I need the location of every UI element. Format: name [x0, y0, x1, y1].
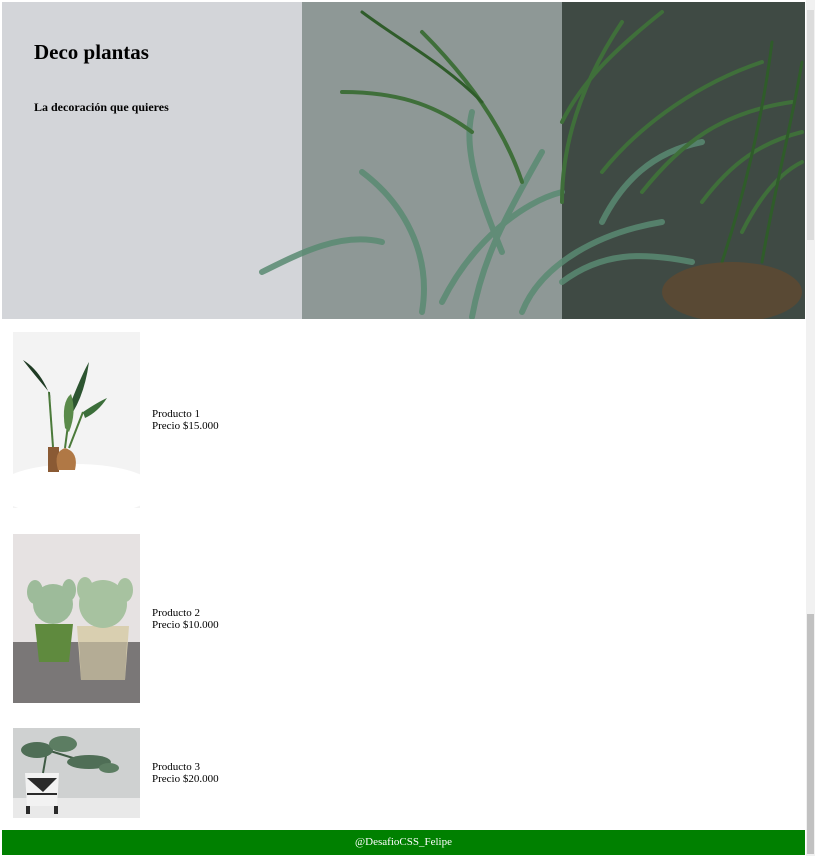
product-card-1: Producto 1 Precio $15.000 [13, 332, 219, 508]
product-price: Precio $15.000 [152, 420, 219, 432]
product-info-2: Producto 2 Precio $10.000 [152, 607, 219, 631]
page: Deco plantas La decoración que quieres [2, 2, 805, 319]
product-image-3 [13, 728, 140, 818]
product-price: Precio $10.000 [152, 618, 219, 631]
scrollbar-track-upper [807, 10, 814, 240]
product-name: Producto 2 [152, 606, 200, 619]
scrollbar-thumb[interactable] [807, 614, 814, 854]
page-subtitle: La decoración que quieres [34, 100, 169, 114]
product-price: Precio $20.000 [152, 773, 219, 785]
product-image-1 [13, 332, 140, 508]
hero-banner: Deco plantas La decoración que quieres [2, 2, 805, 319]
product-name: Producto 1 [152, 408, 200, 420]
product-name: Producto 3 [152, 761, 200, 773]
page-title: Deco plantas [34, 40, 149, 64]
product-image-2 [13, 534, 140, 703]
page-footer: @DesafioCSS_Felipe [2, 830, 805, 855]
product-info-3: Producto 3 Precio $20.000 [152, 761, 219, 785]
vertical-scrollbar[interactable] [806, 0, 815, 856]
product-card-2: Producto 2 Precio $10.000 [13, 534, 219, 703]
product-info-1: Producto 1 Precio $15.000 [152, 408, 219, 432]
footer-text: @DesafioCSS_Felipe [355, 836, 452, 848]
product-card-3: Producto 3 Precio $20.000 [13, 728, 219, 818]
